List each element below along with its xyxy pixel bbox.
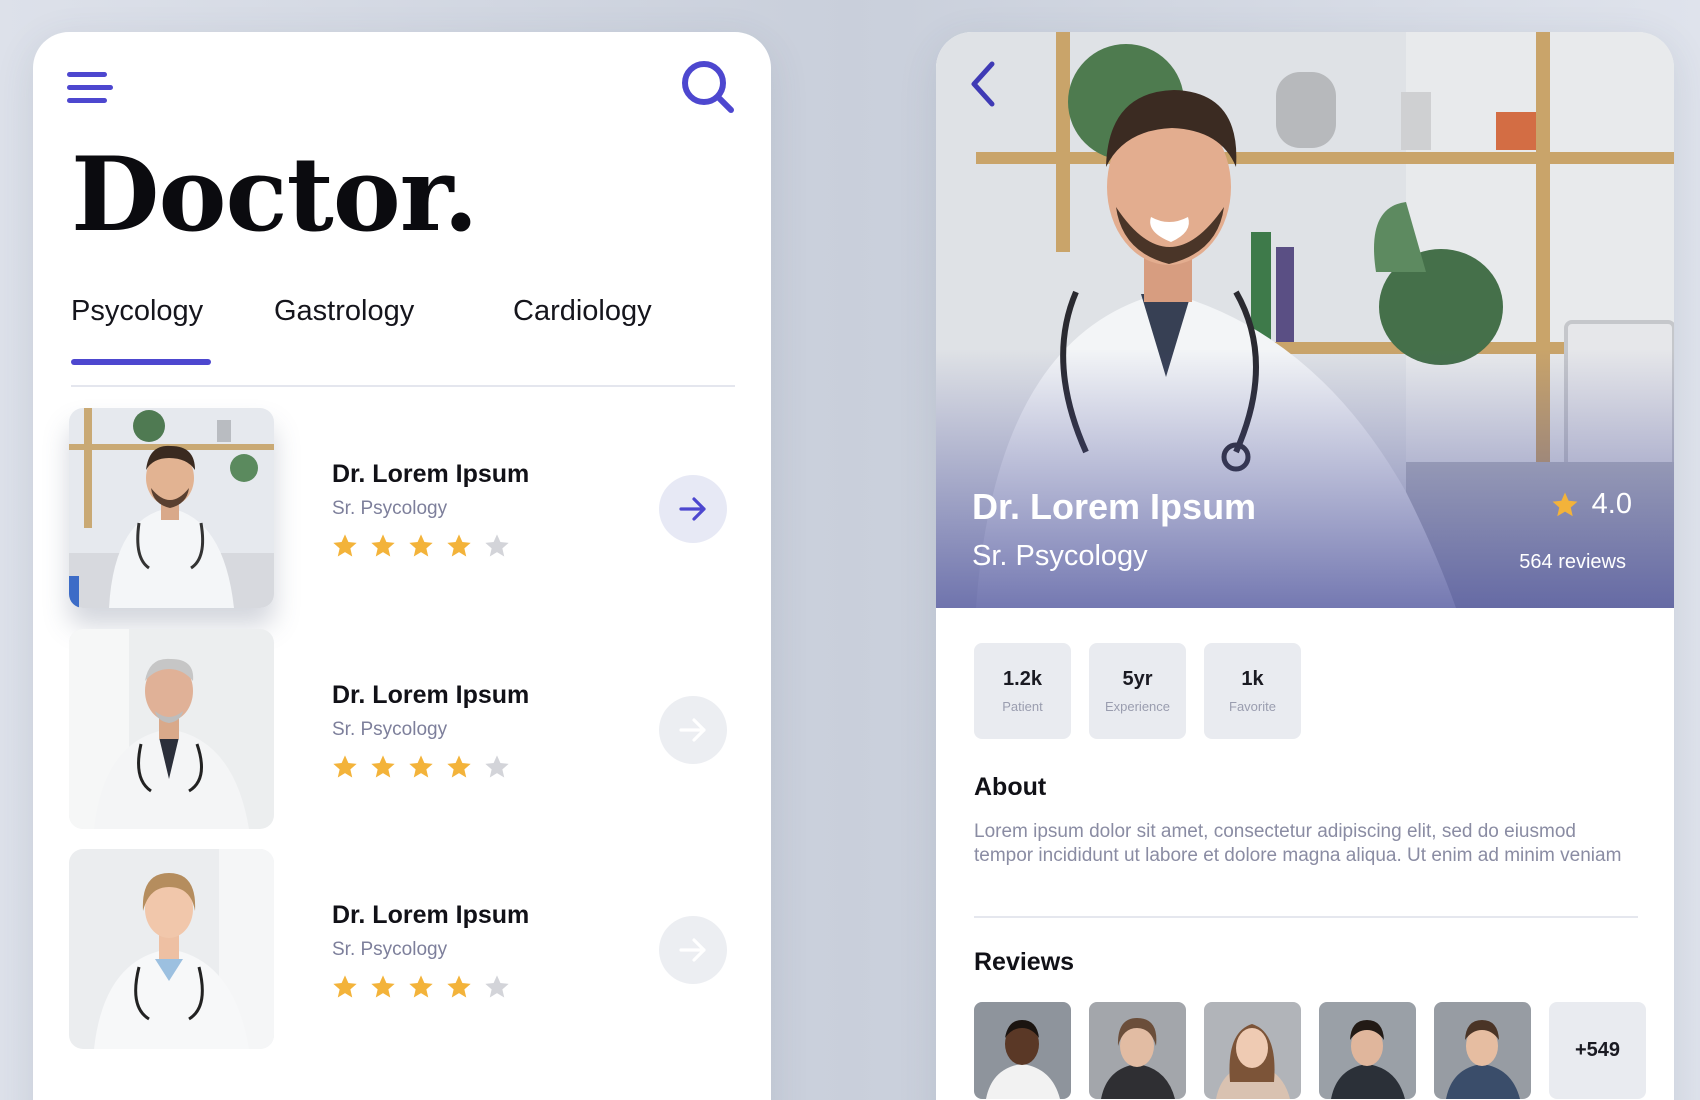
doctor-photo: [69, 849, 274, 1049]
star-filled-icon: [409, 975, 433, 998]
star-filled-icon: [409, 534, 433, 557]
open-doctor-button[interactable]: [659, 916, 727, 984]
page-title: Doctor.: [71, 135, 479, 255]
doctor-list-screen: Doctor. Psycology Gastrology Cardiology: [33, 32, 771, 1100]
search-icon[interactable]: [678, 57, 736, 115]
doctor-specialty: Sr. Psycology: [332, 719, 448, 740]
doctor-detail-screen: Dr. Lorem Ipsum Sr. Psycology 4.0 564 re…: [936, 32, 1674, 1100]
rating-summary: 4.0: [1550, 488, 1632, 521]
reviews-heading: Reviews: [974, 948, 1075, 976]
back-button[interactable]: [958, 58, 1010, 110]
star-empty-icon: [485, 534, 509, 557]
stat-label: Favorite: [1229, 699, 1276, 714]
star-filled-icon: [371, 534, 395, 557]
tab-cardiology[interactable]: Cardiology: [513, 295, 652, 328]
doctor-card[interactable]: Dr. Lorem Ipsum Sr. Psycology: [69, 849, 733, 1059]
more-reviewers-button[interactable]: +549: [1549, 1002, 1646, 1099]
star-empty-icon: [485, 975, 509, 998]
tab-psycology[interactable]: Psycology: [71, 295, 203, 328]
reviewer-avatar[interactable]: [1434, 1002, 1531, 1099]
doctor-name: Dr. Lorem Ipsum: [332, 460, 530, 488]
doctor-photo: [69, 629, 274, 829]
specialty-tabs: Psycology Gastrology Cardiology: [71, 287, 735, 387]
about-heading: About: [974, 773, 1047, 801]
rating-stars: [331, 753, 511, 781]
about-text: Lorem ipsum dolor sit amet, consectetur …: [974, 821, 1622, 866]
doctor-specialty: Sr. Psycology: [332, 498, 448, 519]
star-filled-icon: [333, 975, 357, 998]
stat-experience: 5yr Experience: [1089, 643, 1186, 739]
review-count[interactable]: 564 reviews: [1519, 551, 1626, 574]
doctor-name: Dr. Lorem Ipsum: [972, 486, 1257, 527]
star-filled-icon: [371, 975, 395, 998]
doctor-card[interactable]: Dr. Lorem Ipsum Sr. Psycology: [69, 408, 733, 618]
star-filled-icon: [447, 975, 471, 998]
doctor-specialty: Sr. Psycology: [972, 540, 1148, 572]
doctor-name: Dr. Lorem Ipsum: [332, 901, 530, 929]
star-filled-icon: [409, 755, 433, 778]
stat-value: 5yr: [1122, 668, 1153, 690]
divider: [974, 916, 1638, 918]
open-doctor-button[interactable]: [659, 475, 727, 543]
reviewer-avatar[interactable]: [974, 1002, 1071, 1099]
rating-stars: [331, 532, 511, 560]
reviewer-avatar[interactable]: [1089, 1002, 1186, 1099]
hamburger-menu-icon[interactable]: [67, 68, 113, 108]
stat-patients: 1.2k Patient: [974, 643, 1071, 739]
star-filled-icon: [447, 534, 471, 557]
tab-gastrology[interactable]: Gastrology: [274, 295, 414, 328]
doctor-hero: Dr. Lorem Ipsum Sr. Psycology 4.0 564 re…: [936, 32, 1674, 608]
reviewer-avatar[interactable]: [1204, 1002, 1301, 1099]
star-icon: [1552, 492, 1578, 516]
doctor-specialty: Sr. Psycology: [332, 939, 448, 960]
star-filled-icon: [333, 534, 357, 557]
active-tab-indicator: [71, 359, 211, 365]
stat-favorites: 1k Favorite: [1204, 643, 1301, 739]
star-filled-icon: [333, 755, 357, 778]
chevron-left-icon: [971, 61, 995, 107]
doctor-name: Dr. Lorem Ipsum: [332, 681, 530, 709]
doctor-card[interactable]: Dr. Lorem Ipsum Sr. Psycology: [69, 629, 733, 839]
reviewer-avatar[interactable]: [1319, 1002, 1416, 1099]
stat-label: Patient: [1002, 699, 1043, 714]
reviewer-avatars: +549: [974, 1002, 1646, 1099]
star-filled-icon: [371, 755, 395, 778]
doctor-photo: [69, 408, 274, 608]
star-empty-icon: [485, 755, 509, 778]
star-filled-icon: [447, 755, 471, 778]
stat-value: 1.2k: [1003, 668, 1042, 690]
rating-stars: [331, 973, 511, 1001]
open-doctor-button[interactable]: [659, 696, 727, 764]
stat-label: Experience: [1104, 699, 1171, 714]
stat-value: 1k: [1241, 668, 1264, 690]
doctor-stats: 1.2k Patient 5yr Experience 1k Favorite: [974, 643, 1301, 739]
rating-value: 4.0: [1591, 488, 1632, 520]
